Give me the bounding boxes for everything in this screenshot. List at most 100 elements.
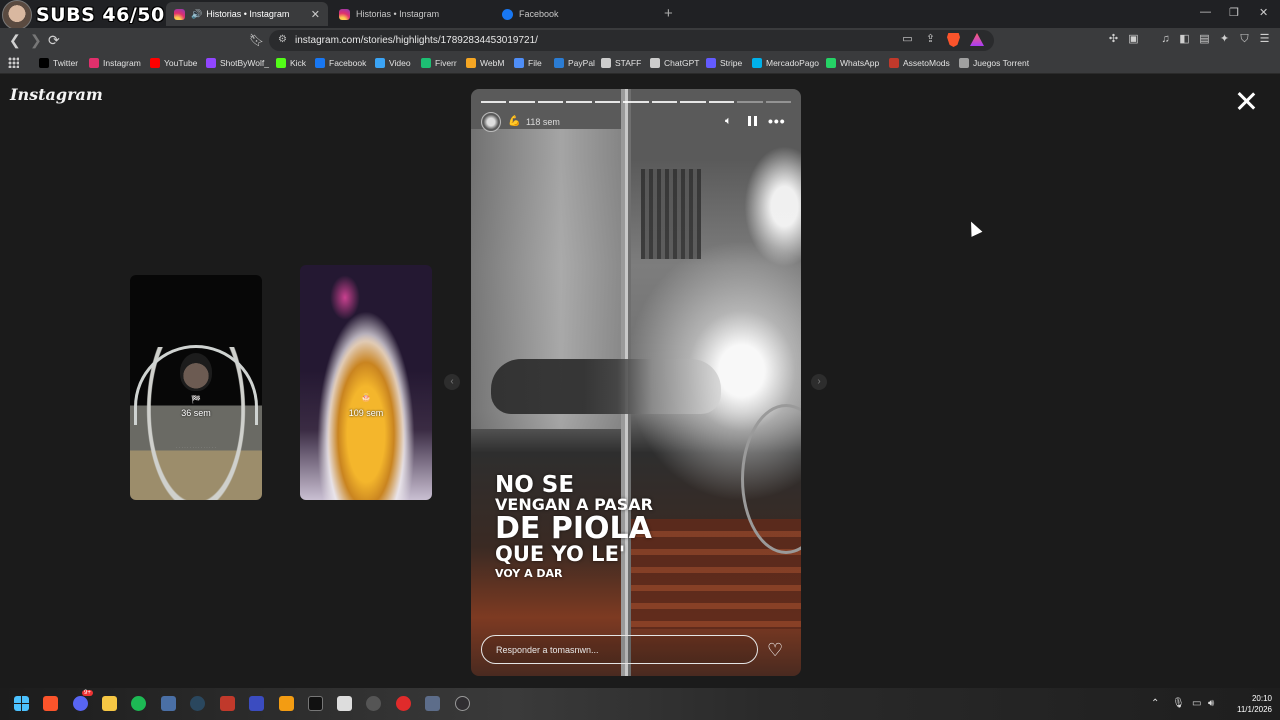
paypal-icon bbox=[554, 58, 564, 68]
app-icon[interactable] bbox=[337, 696, 352, 711]
bookmark-twitter[interactable]: Twitter bbox=[39, 58, 78, 68]
bookmark-chatgpt[interactable]: ChatGPT bbox=[650, 58, 699, 68]
back-button[interactable]: ❮ bbox=[9, 32, 21, 49]
story-preview[interactable]: 🎂 109 sem bbox=[300, 265, 432, 500]
torrent-icon bbox=[959, 58, 969, 68]
racing-app-icon[interactable] bbox=[220, 696, 235, 711]
steam-icon[interactable] bbox=[190, 696, 205, 711]
tab-title: Historias • Instagram bbox=[356, 9, 440, 19]
bookmark-stripe[interactable]: Stripe bbox=[706, 58, 742, 68]
bookmark-kick[interactable]: Kick bbox=[276, 58, 306, 68]
progress-segment bbox=[680, 101, 706, 103]
forward-button[interactable]: ❯ bbox=[30, 32, 42, 49]
streamer-avatar bbox=[2, 0, 32, 30]
share-icon[interactable]: ⇪ bbox=[924, 33, 937, 46]
bookmark-mercadopago[interactable]: MercadoPago bbox=[752, 58, 819, 68]
bookmark-video[interactable]: Video bbox=[375, 58, 411, 68]
tab-instagram-stories[interactable]: Historias • Instagram bbox=[331, 2, 491, 26]
tab-title: Historias • Instagram bbox=[206, 9, 290, 19]
microphone-icon[interactable]: 🎙︎ bbox=[1172, 698, 1185, 709]
bookmark-fiverr[interactable]: Fiverr bbox=[421, 58, 457, 68]
tab-bar: 🔊 Historias • Instagram ✕ Historias • In… bbox=[0, 0, 1280, 28]
system-clock[interactable]: 20:10 11/1/2026 bbox=[1228, 693, 1272, 715]
wallet-icon[interactable]: ▤ bbox=[1198, 33, 1211, 46]
media-icon[interactable]: ♫ bbox=[1159, 33, 1172, 46]
extensions-icon[interactable]: ✣ bbox=[1107, 33, 1120, 46]
previous-story-button[interactable]: ‹ bbox=[444, 374, 460, 390]
speaker-icon[interactable]: 🔊 bbox=[191, 9, 202, 20]
story-timestamp: 118 sem bbox=[526, 117, 560, 127]
adobe-icon[interactable] bbox=[279, 696, 294, 711]
capcut-icon[interactable] bbox=[308, 696, 323, 711]
volume-icon[interactable]: 🔊︎ bbox=[1208, 698, 1214, 709]
stripe-icon bbox=[706, 58, 716, 68]
story-photo-person bbox=[491, 359, 721, 414]
address-bar[interactable]: ⚙︎ instagram.com/stories/highlights/1789… bbox=[269, 30, 994, 51]
bookmark-juegos-torrent[interactable]: Juegos Torrent bbox=[959, 58, 1029, 68]
bookmark-assetomods[interactable]: AssetoMods bbox=[889, 58, 950, 68]
bookmark-icon[interactable]: 🔖︎ bbox=[249, 33, 264, 47]
url-text: instagram.com/stories/highlights/1789283… bbox=[295, 35, 538, 46]
tab-facebook[interactable]: Facebook bbox=[494, 2, 654, 26]
bookmark-label: Facebook bbox=[329, 58, 367, 68]
close-story-button[interactable] bbox=[1236, 91, 1256, 111]
leo-ai-icon[interactable]: ✦ bbox=[1218, 33, 1231, 46]
bookmark-facebook[interactable]: Facebook bbox=[315, 58, 366, 68]
site-info-icon[interactable]: ⚙︎ bbox=[278, 34, 287, 45]
spotify-icon[interactable] bbox=[131, 696, 146, 711]
app-icon[interactable] bbox=[161, 696, 176, 711]
bookmark-paypal[interactable]: PayPal bbox=[554, 58, 595, 68]
cast-icon[interactable]: ▭ bbox=[901, 33, 914, 46]
bookmark-staff[interactable]: STAFF bbox=[601, 58, 641, 68]
volume-icon[interactable]: 🔈︎ bbox=[725, 115, 732, 128]
vpn-icon[interactable]: ⛉ bbox=[1238, 33, 1251, 46]
bookmark-shotbywolf[interactable]: ShotByWolf_ bbox=[206, 58, 269, 68]
instagram-logo[interactable]: Instagram bbox=[10, 85, 103, 104]
windows-start-icon[interactable] bbox=[14, 696, 29, 711]
bookmark-label: File bbox=[528, 58, 542, 68]
mouse-cursor bbox=[965, 219, 983, 237]
chatgpt-icon[interactable] bbox=[366, 696, 381, 711]
network-icon[interactable]: ▭ bbox=[1192, 698, 1201, 709]
apps-grid-icon[interactable] bbox=[8, 57, 19, 68]
chevron-up-icon[interactable]: ⌃ bbox=[1151, 698, 1159, 709]
bookmark-label: ChatGPT bbox=[664, 58, 700, 68]
instagram-icon bbox=[339, 8, 350, 20]
close-window-button[interactable]: ✕ bbox=[1259, 6, 1268, 19]
like-heart-icon[interactable]: ♡ bbox=[767, 641, 783, 659]
pause-icon[interactable] bbox=[748, 116, 757, 126]
iracing-icon[interactable] bbox=[249, 696, 264, 711]
close-tab-icon[interactable]: ✕ bbox=[311, 8, 320, 21]
menu-icon[interactable]: ☰ bbox=[1258, 33, 1271, 46]
tab-instagram-stories-active[interactable]: 🔊 Historias • Instagram ✕ bbox=[166, 2, 328, 26]
bookmark-youtube[interactable]: YouTube bbox=[150, 58, 197, 68]
app-icon[interactable] bbox=[425, 696, 440, 711]
bookmark-instagram[interactable]: Instagram bbox=[89, 58, 141, 68]
bookmark-whatsapp[interactable]: WhatsApp bbox=[826, 58, 879, 68]
extension-icon[interactable]: ▣ bbox=[1127, 33, 1140, 46]
media-player-icon[interactable] bbox=[396, 696, 411, 711]
brave-browser-icon[interactable] bbox=[43, 696, 58, 711]
story-preview[interactable]: 🏁 36 sem · · · · · · · · · · · · · · · bbox=[130, 275, 262, 500]
next-story-button[interactable]: › bbox=[811, 374, 827, 390]
reload-button[interactable]: ⟳ bbox=[48, 32, 60, 49]
discord-icon[interactable] bbox=[73, 696, 88, 711]
bookmark-webm[interactable]: WebM bbox=[466, 58, 504, 68]
chatgpt-icon bbox=[650, 58, 660, 68]
assetomods-icon bbox=[889, 58, 899, 68]
bookmark-label: WebM bbox=[480, 58, 505, 68]
sidebar-icon[interactable]: ◧ bbox=[1178, 33, 1191, 46]
whatsapp-icon bbox=[826, 58, 836, 68]
reply-input[interactable] bbox=[481, 635, 758, 664]
maximize-button[interactable]: ❐ bbox=[1229, 6, 1239, 19]
obs-icon[interactable] bbox=[455, 696, 470, 711]
story-author-avatar[interactable] bbox=[481, 112, 501, 132]
active-story[interactable]: 💪 118 sem 🔈︎ ••• NO SE VENGAN A PASAR DE… bbox=[471, 89, 801, 676]
more-options-icon[interactable]: ••• bbox=[768, 113, 786, 129]
bookmark-file[interactable]: File bbox=[514, 58, 542, 68]
minimize-button[interactable]: — bbox=[1200, 6, 1211, 18]
preview-time: 109 sem bbox=[348, 408, 384, 418]
new-tab-button[interactable]: + bbox=[664, 5, 673, 22]
file-explorer-icon[interactable] bbox=[102, 696, 117, 711]
bookmark-label: AssetoMods bbox=[903, 58, 950, 68]
